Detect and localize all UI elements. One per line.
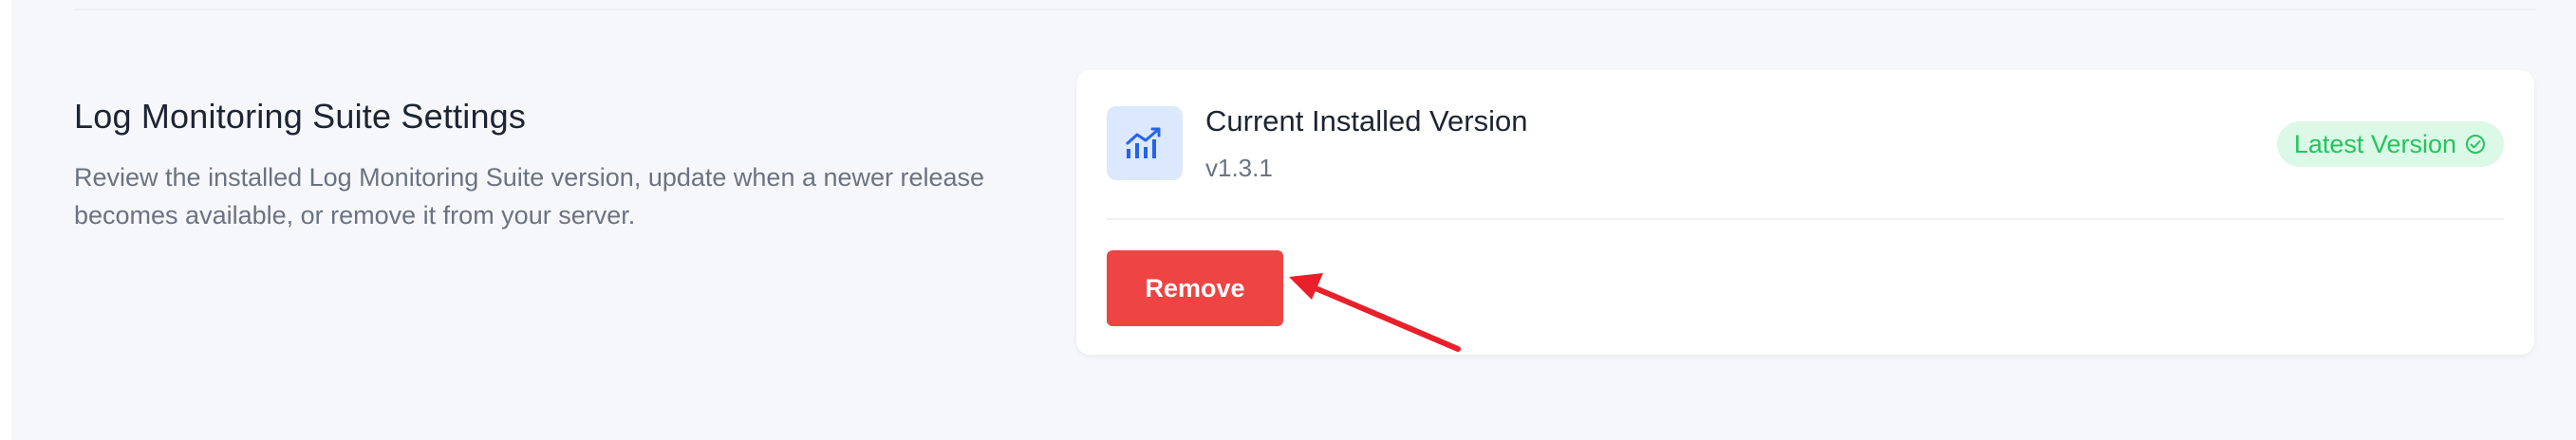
latest-version-badge: Latest Version [2276,121,2504,167]
card-divider [1107,218,2504,220]
latest-version-label: Latest Version [2293,129,2456,158]
section-divider [74,9,2536,10]
annotation-arrow-icon [1289,273,1461,352]
current-version-value: v1.3.1 [1205,154,1273,182]
remove-button[interactable]: Remove [1107,250,1283,326]
section-title: Log Monitoring Suite Settings [74,96,527,136]
current-version-title: Current Installed Version [1205,104,1528,138]
chart-icon [1107,106,1183,180]
chart-icon-svg [1126,127,1161,158]
section-description: Review the installed Log Monitoring Suit… [74,163,985,229]
check-circle-icon [2466,135,2485,154]
